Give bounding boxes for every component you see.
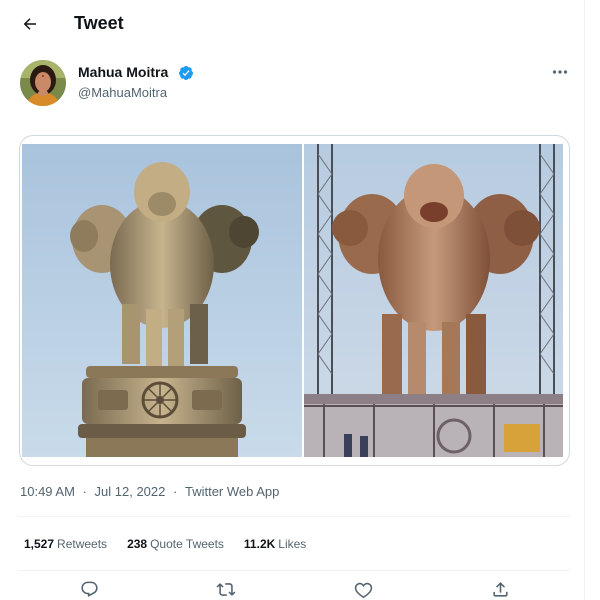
- tweet-media-grid: [19, 135, 570, 466]
- engagement-stats: 1,527 Retweets 238 Quote Tweets 11.2K Likes: [24, 537, 306, 551]
- photo-icon: [304, 144, 563, 457]
- share-button[interactable]: [488, 580, 512, 600]
- retweets-label: Retweets: [57, 537, 108, 551]
- retweet-icon: [216, 583, 236, 596]
- reply-button[interactable]: [77, 580, 101, 600]
- avatar[interactable]: [20, 60, 66, 106]
- media-photo-1[interactable]: [22, 144, 302, 457]
- retweets-count: 1,527: [24, 537, 55, 551]
- divider: [18, 516, 570, 517]
- quote-tweets-stat[interactable]: 238 Quote Tweets: [127, 537, 224, 551]
- likes-label: Likes: [278, 537, 307, 551]
- arrow-left-icon: [23, 18, 36, 30]
- share-icon: [492, 582, 508, 597]
- retweet-button[interactable]: [214, 580, 238, 600]
- author-name[interactable]: Mahua Moitra: [78, 64, 168, 80]
- header: Tweet: [0, 0, 585, 47]
- back-button[interactable]: [14, 8, 46, 40]
- tweet-timestamp: 10:49 AM · Jul 12, 2022 · Twitter Web Ap…: [20, 484, 279, 499]
- more-icon: [552, 70, 568, 74]
- tweet-date[interactable]: Jul 12, 2022: [95, 484, 166, 499]
- quote-tweets-count: 238: [127, 537, 148, 551]
- reply-icon: [80, 581, 98, 598]
- divider: [18, 570, 570, 571]
- separator: ·: [173, 484, 178, 499]
- verified-badge-icon: [179, 66, 193, 80]
- more-options-button[interactable]: [548, 62, 572, 82]
- tweet-action-bar: [0, 578, 585, 600]
- tweet-time[interactable]: 10:49 AM: [20, 484, 75, 499]
- page-title: Tweet: [74, 13, 124, 33]
- heart-icon: [354, 582, 372, 599]
- photo-icon: [22, 144, 302, 457]
- media-photo-2[interactable]: [304, 144, 563, 457]
- likes-stat[interactable]: 11.2K Likes: [244, 537, 306, 551]
- tweet-detail-panel: Tweet Mahua Moitra @MahuaMoitra 10:49 AM…: [0, 0, 585, 600]
- quote-tweets-label: Quote Tweets: [150, 537, 224, 551]
- tweet-source[interactable]: Twitter Web App: [185, 484, 279, 499]
- like-button[interactable]: [351, 580, 375, 600]
- retweets-stat[interactable]: 1,527 Retweets: [24, 537, 107, 551]
- separator: ·: [82, 484, 87, 499]
- likes-count: 11.2K: [243, 537, 276, 551]
- author-handle[interactable]: @MahuaMoitra: [78, 85, 167, 100]
